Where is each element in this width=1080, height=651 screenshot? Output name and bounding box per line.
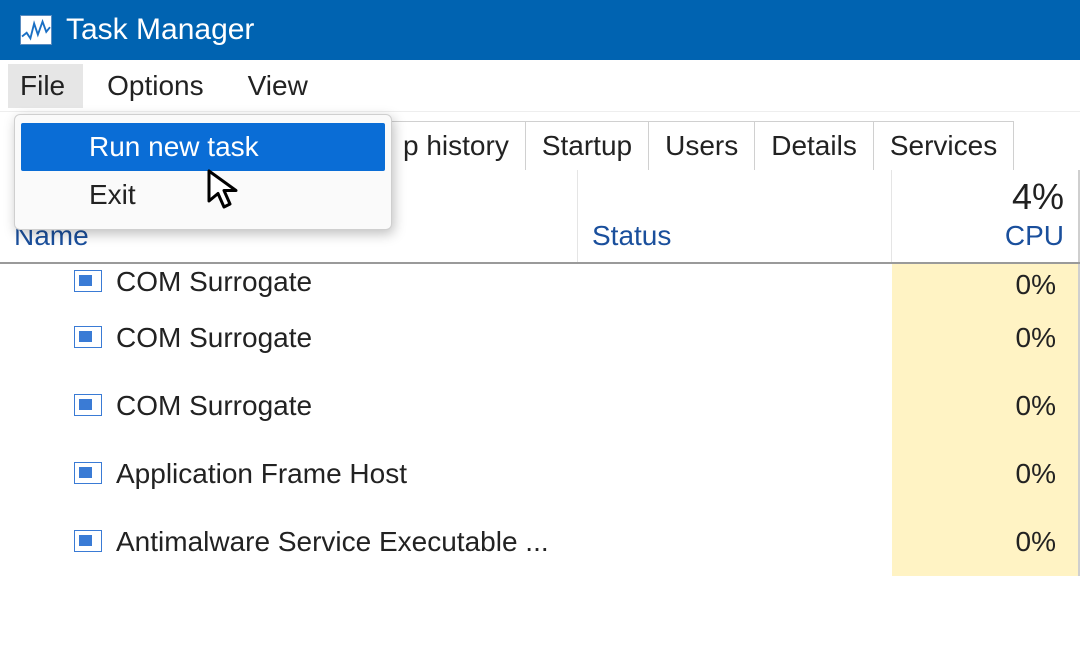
menu-options[interactable]: Options [87,64,224,108]
column-cpu[interactable]: 4% CPU [892,170,1080,262]
process-name: COM Surrogate [116,322,312,354]
tab-details[interactable]: Details [754,121,874,170]
menu-item-exit[interactable]: Exit [21,171,385,219]
cpu-total: 4% [1012,176,1064,218]
process-icon [74,394,102,418]
window-title: Task Manager [66,13,254,47]
process-cpu: 0% [892,264,1080,304]
title-bar: Task Manager [0,0,1080,60]
process-icon [74,462,102,486]
process-cpu: 0% [892,508,1080,576]
process-cpu: 0% [892,440,1080,508]
menu-bar: File Options View [0,60,1080,112]
process-list: COM Surrogate 0% COM Surrogate 0% COM Su… [0,264,1080,576]
table-row[interactable]: COM Surrogate 0% [0,304,1080,372]
process-icon [74,530,102,554]
process-name: Application Frame Host [116,458,407,490]
process-status [578,264,892,266]
tab-app-history-partial[interactable]: p history [386,121,526,170]
tab-users[interactable]: Users [648,121,755,170]
cpu-label: CPU [1005,220,1064,252]
table-row[interactable]: Antimalware Service Executable ... 0% [0,508,1080,576]
table-row[interactable]: COM Surrogate 0% [0,264,1080,304]
menu-view[interactable]: View [228,64,328,108]
task-manager-icon [20,15,52,45]
process-icon [74,270,102,294]
process-cpu: 0% [892,304,1080,372]
process-name: COM Surrogate [116,266,312,298]
table-row[interactable]: Application Frame Host 0% [0,440,1080,508]
column-status[interactable]: Status [578,170,892,262]
process-cpu: 0% [892,372,1080,440]
tab-services[interactable]: Services [873,121,1014,170]
table-row[interactable]: COM Surrogate 0% [0,372,1080,440]
process-name: COM Surrogate [116,390,312,422]
file-menu-dropdown: Run new task Exit [14,114,392,230]
process-name: Antimalware Service Executable ... [116,526,549,558]
menu-item-run-new-task[interactable]: Run new task [21,123,385,171]
menu-file[interactable]: File [8,64,83,108]
tab-startup[interactable]: Startup [525,121,649,170]
process-icon [74,326,102,350]
